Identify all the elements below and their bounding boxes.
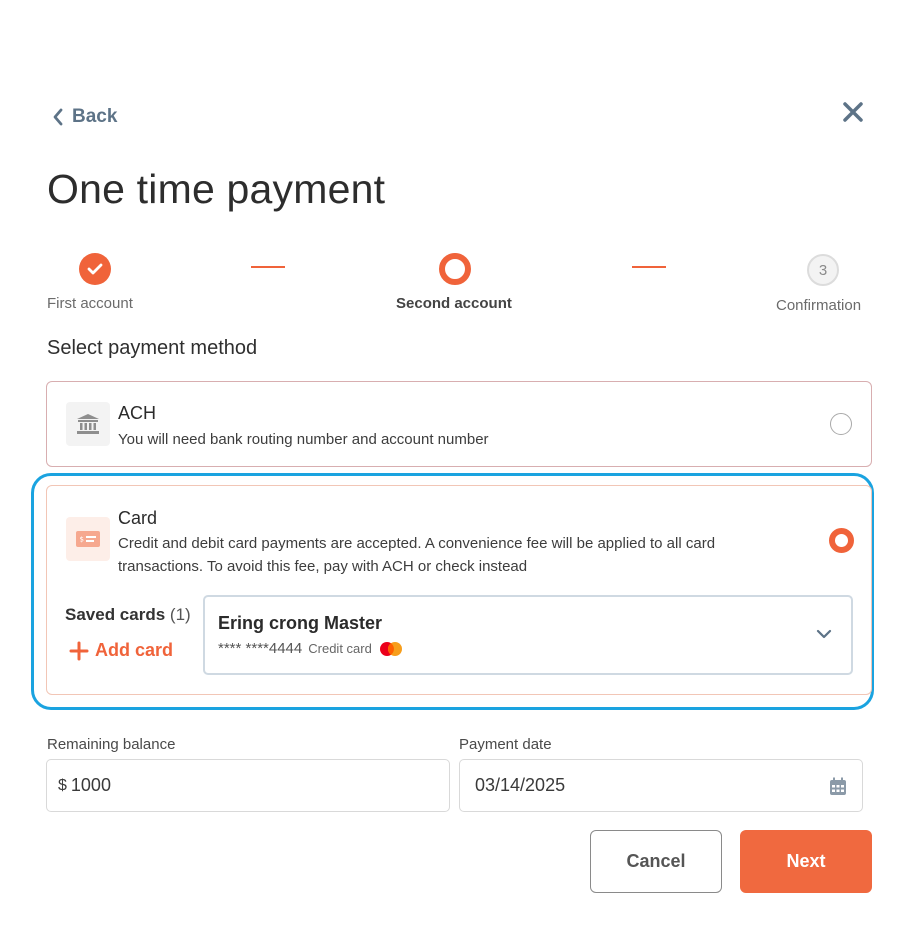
close-icon [843, 102, 863, 122]
check-icon [87, 263, 103, 275]
remaining-balance-input[interactable]: $ 1000 [46, 759, 450, 812]
saved-card-name: Ering crong Master [218, 613, 383, 633]
payment-option-ach[interactable]: ACH You will need bank routing number an… [46, 381, 872, 467]
step-confirmation-indicator: 3 [807, 254, 839, 286]
saved-cards-text: Saved cards [65, 605, 166, 624]
back-button[interactable]: Back [52, 106, 117, 128]
card-description-line2: transactions. To avoid this fee, pay wit… [118, 558, 528, 575]
close-button[interactable] [840, 99, 866, 125]
saved-card-select[interactable]: Ering crong Master **** ****4444 Credit … [203, 595, 853, 675]
payment-date-value: 03/14/2025 [475, 775, 566, 795]
page-title: One time payment [47, 166, 386, 212]
ach-description: You will need bank routing number and ac… [118, 431, 489, 448]
calendar-icon[interactable] [829, 777, 847, 796]
saved-cards-label: Saved cards (1) [65, 605, 191, 625]
chevron-down-icon [816, 629, 832, 639]
bank-icon [66, 402, 110, 446]
step-connector [251, 266, 285, 268]
chevron-left-icon [53, 108, 63, 126]
currency-symbol: $ [58, 776, 67, 794]
remaining-balance-value: 1000 [70, 775, 111, 795]
plus-icon [69, 641, 89, 660]
step-first-account-indicator [79, 253, 111, 285]
ach-radio[interactable] [830, 413, 852, 435]
payment-date-label: Payment date [459, 736, 552, 753]
card-payment-icon: $ [66, 517, 110, 561]
section-title: Select payment method [47, 337, 258, 359]
step-number: 3 [818, 261, 828, 279]
saved-card-details: **** ****4444 Credit card [218, 640, 404, 657]
step-second-account-label: Second account [396, 295, 512, 312]
saved-cards-count: (1) [169, 605, 191, 624]
saved-card-number: **** ****4444 [218, 640, 303, 657]
add-card-button[interactable]: Add card [69, 640, 173, 661]
saved-card-type: Credit card [308, 641, 372, 656]
step-confirmation-label: Confirmation [776, 297, 862, 314]
step-connector [632, 266, 666, 268]
step-second-account-indicator [439, 253, 471, 285]
add-card-label: Add card [95, 640, 174, 660]
ach-title: ACH [118, 403, 157, 423]
back-label: Back [72, 106, 118, 127]
remaining-balance-label: Remaining balance [47, 736, 176, 753]
payment-date-input[interactable]: 03/14/2025 [459, 759, 863, 812]
svg-text:$: $ [80, 536, 84, 544]
mastercard-icon [379, 641, 402, 656]
next-button[interactable]: Next [740, 830, 872, 893]
card-radio[interactable] [829, 528, 854, 553]
step-first-account-label: First account [47, 295, 133, 312]
card-title: Card [118, 508, 158, 528]
cancel-button[interactable]: Cancel [590, 830, 722, 893]
card-description-line1: Credit and debit card payments are accep… [118, 535, 716, 552]
